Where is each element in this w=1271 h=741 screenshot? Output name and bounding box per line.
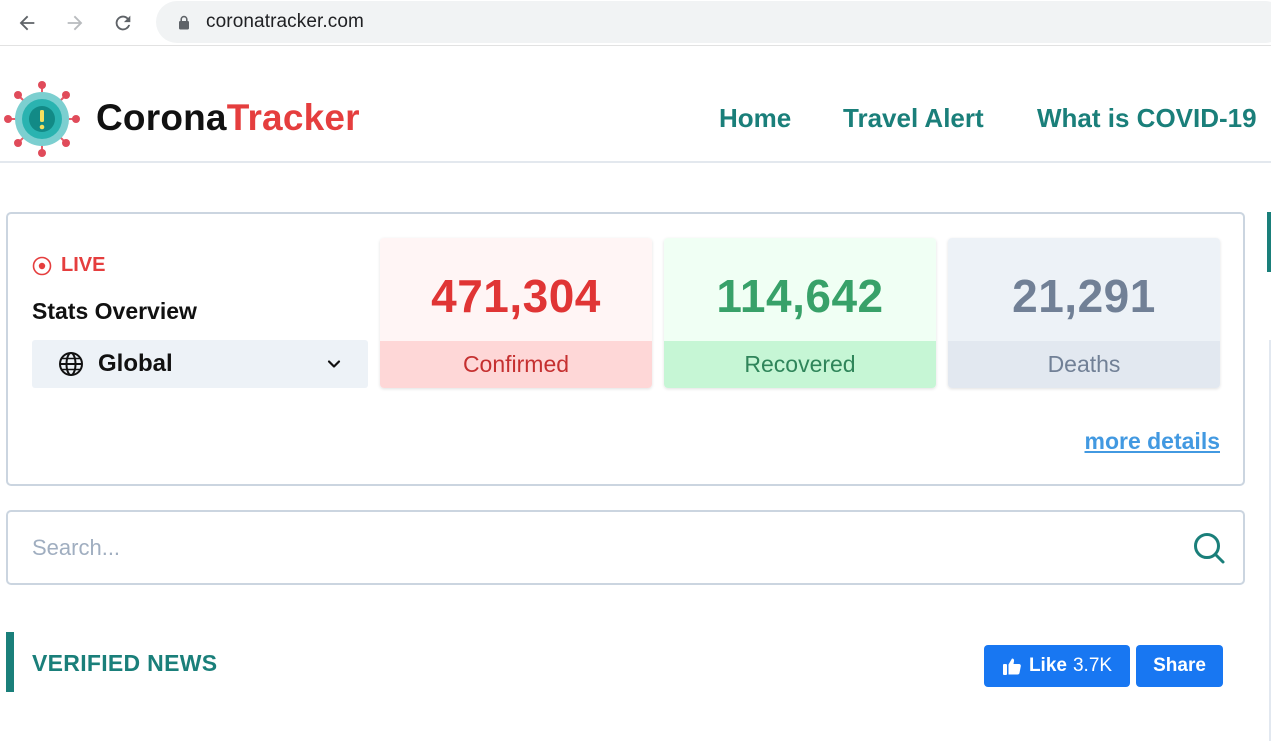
reload-button[interactable] <box>108 8 138 38</box>
live-indicator: LIVE <box>32 254 105 277</box>
search-icon[interactable] <box>1191 530 1227 566</box>
live-dot-icon <box>32 256 52 275</box>
recovered-label: Recovered <box>664 341 936 388</box>
nav-what-is-covid[interactable]: What is COVID-19 <box>1037 103 1257 134</box>
like-count: 3.7K <box>1072 655 1113 676</box>
confirmed-stat[interactable]: 471,304 Confirmed <box>380 238 652 388</box>
virus-logo-icon[interactable] <box>4 81 80 157</box>
reload-icon <box>115 15 131 31</box>
browser-toolbar: coronatracker.com <box>0 0 1271 46</box>
nav-home[interactable]: Home <box>719 103 791 134</box>
news-accent-bar <box>6 632 14 692</box>
region-label: Global <box>98 350 173 377</box>
search-box <box>6 510 1245 585</box>
brand-part1: Corona <box>96 97 227 138</box>
url-text: coronatracker.com <box>206 11 364 32</box>
stats-title: Stats Overview <box>32 298 197 324</box>
deaths-value: 21,291 <box>948 238 1220 341</box>
nav-travel-alert[interactable]: Travel Alert <box>843 103 984 134</box>
brand-part2: Tracker <box>226 97 360 138</box>
lock-icon <box>179 15 189 29</box>
more-details-link[interactable]: more details <box>1085 428 1221 455</box>
recovered-value: 114,642 <box>664 238 936 341</box>
recovered-stat[interactable]: 114,642 Recovered <box>664 238 936 388</box>
back-button[interactable] <box>12 8 42 38</box>
address-bar[interactable]: coronatracker.com <box>156 1 1271 43</box>
live-label: LIVE <box>61 254 106 276</box>
stats-card: LIVE Stats Overview Global 471,304 Confi… <box>6 212 1245 486</box>
confirmed-label: Confirmed <box>380 341 652 388</box>
forward-button[interactable] <box>60 8 90 38</box>
thumbs-up-icon <box>1002 658 1021 675</box>
chevron-down-icon <box>327 360 341 368</box>
globe-icon <box>59 352 83 376</box>
region-select[interactable]: Global <box>32 340 368 388</box>
brand-logo-text[interactable]: CoronaTracker <box>96 97 360 139</box>
deaths-stat[interactable]: 21,291 Deaths <box>948 238 1220 388</box>
facebook-share-button[interactable]: Share <box>1136 645 1223 687</box>
confirmed-value: 471,304 <box>380 238 652 341</box>
search-input[interactable] <box>32 530 1152 566</box>
site-header: CoronaTracker Home Travel Alert What is … <box>0 47 1271 163</box>
arrow-right-icon <box>67 15 83 31</box>
like-label: Like <box>1028 655 1067 676</box>
side-panel-accent <box>1267 212 1271 272</box>
news-section-title: VERIFIED NEWS <box>32 650 218 676</box>
deaths-label: Deaths <box>948 341 1220 388</box>
facebook-like-button[interactable]: Like 3.7K <box>984 645 1130 687</box>
share-label: Share <box>1153 655 1206 676</box>
arrow-left-icon <box>19 15 35 31</box>
